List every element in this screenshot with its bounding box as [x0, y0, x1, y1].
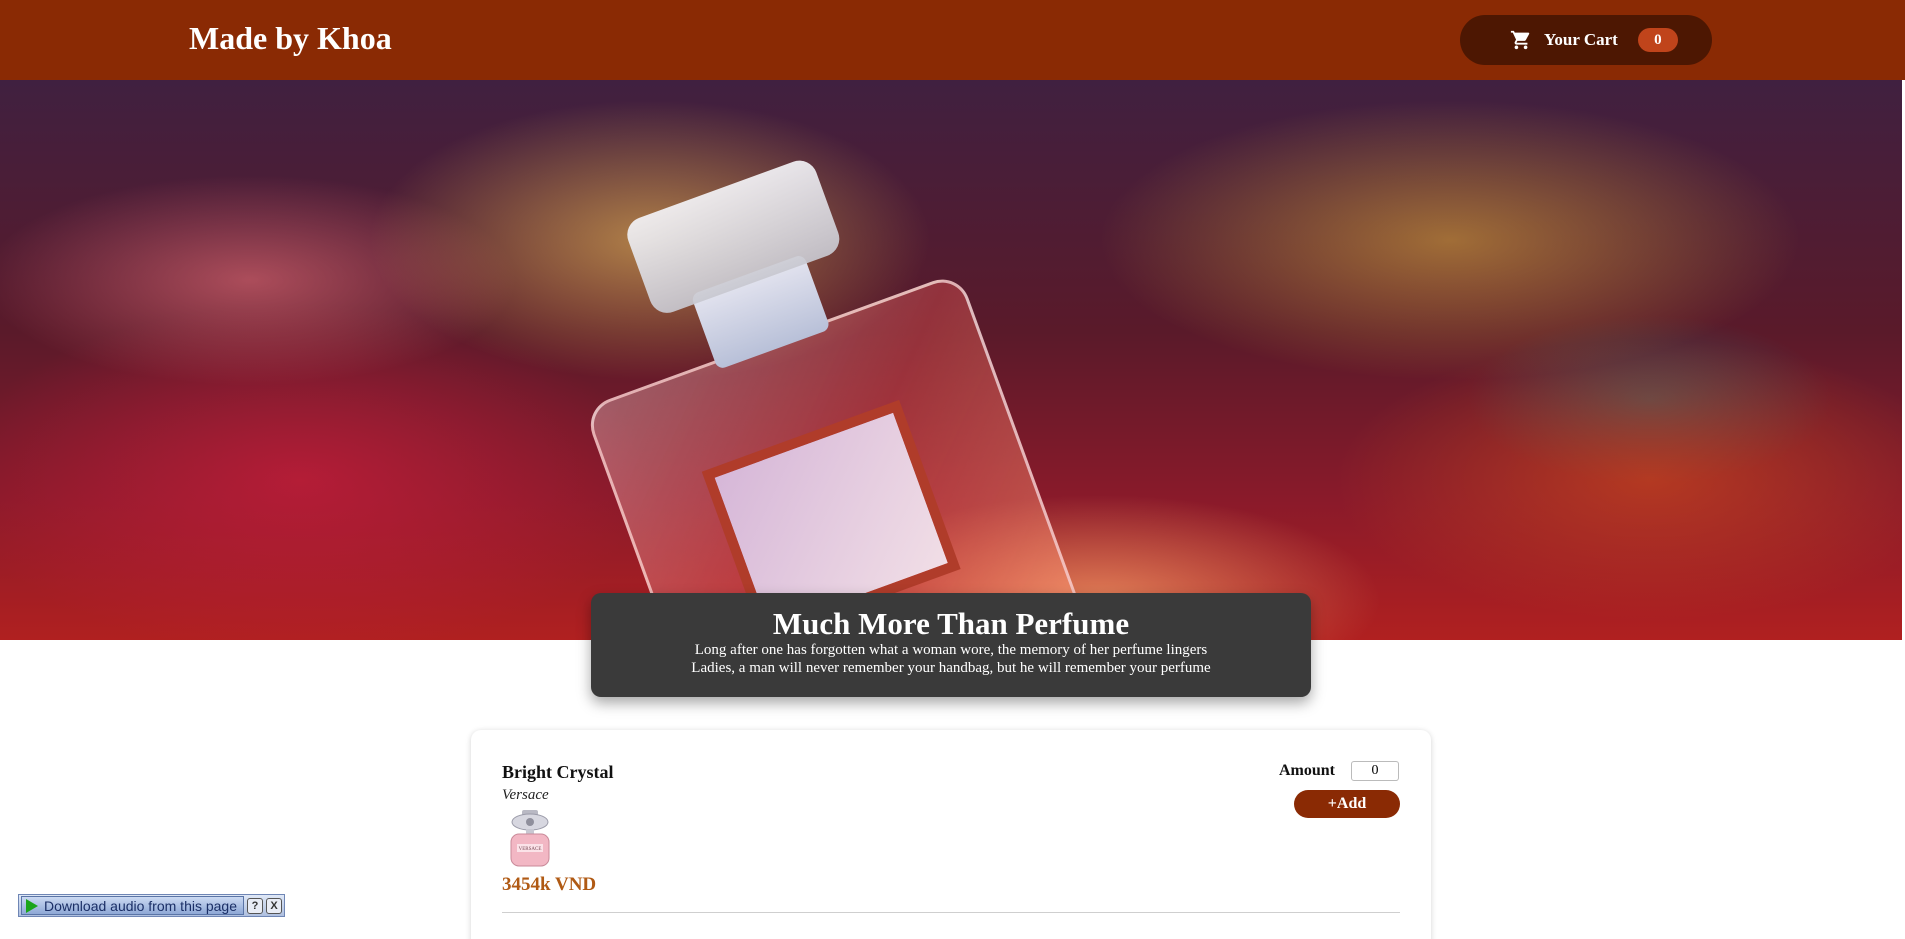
- hero-banner: [0, 80, 1902, 640]
- product-divider: [502, 912, 1400, 913]
- add-to-cart-button[interactable]: +Add: [1294, 790, 1400, 818]
- product-name: Bright Crystal: [502, 762, 614, 782]
- cart-icon: [1510, 30, 1530, 50]
- site-header: Made by Khoa Your Cart 0: [0, 0, 1905, 80]
- hero-title: Much More Than Perfume: [772, 606, 1130, 641]
- download-audio-toolbar: Download audio from this page ? X: [18, 894, 286, 917]
- help-button[interactable]: ?: [247, 897, 264, 914]
- amount-label: Amount: [1279, 762, 1336, 779]
- product-card: Bright Crystal Versace VERSACE 3454k VND…: [471, 730, 1431, 939]
- close-button[interactable]: X: [266, 897, 283, 914]
- cart-label: Your Cart: [1544, 30, 1618, 49]
- product-price: 3454k VND: [502, 874, 597, 895]
- download-audio-label: Download audio from this page: [44, 897, 238, 914]
- hero-quote-1: Long after one has forgotten what a woma…: [694, 642, 1208, 658]
- play-icon: [26, 898, 38, 913]
- product-image: VERSACE: [510, 810, 550, 867]
- hero-caption: Much More Than Perfume Long after one ha…: [591, 593, 1311, 697]
- product-brand: Versace: [502, 787, 549, 803]
- product-image-brand: VERSACE: [519, 847, 542, 852]
- cart-button[interactable]: Your Cart 0: [1460, 15, 1712, 65]
- brand-logo[interactable]: Made by Khoa: [189, 20, 392, 57]
- amount-input[interactable]: [1351, 761, 1399, 781]
- hero-quote-2: Ladies, a man will never remember your h…: [691, 660, 1211, 676]
- perfume-bottle-image: [513, 124, 1089, 640]
- cart-count-badge: 0: [1637, 28, 1678, 52]
- download-audio-button[interactable]: Download audio from this page: [21, 896, 245, 915]
